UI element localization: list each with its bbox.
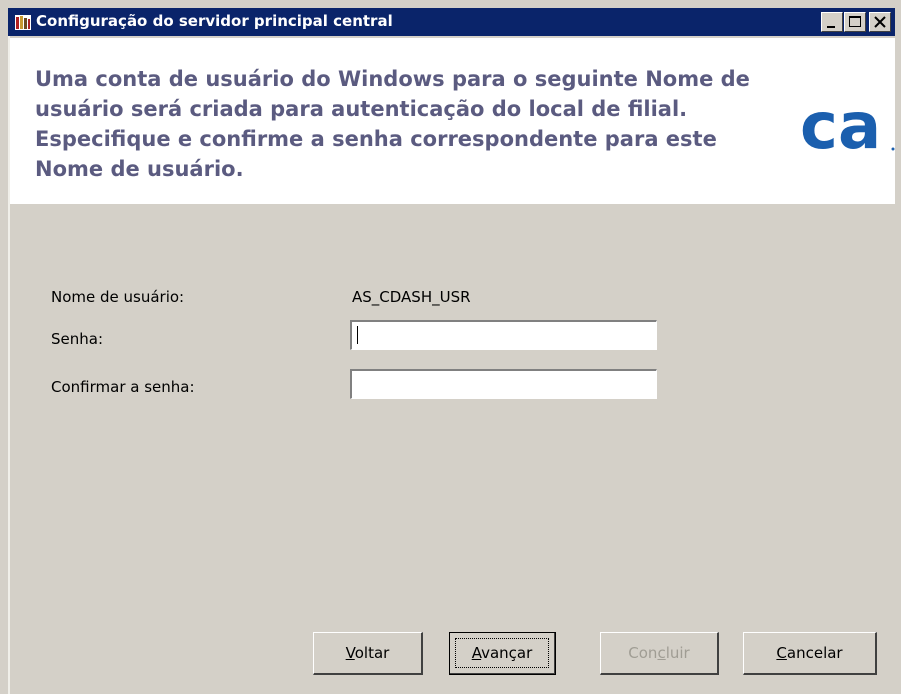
window-title: Configuração do servidor principal centr… bbox=[36, 12, 393, 30]
setup-wizard-window: Configuração do servidor principal centr… bbox=[0, 0, 901, 694]
password-label: Senha: bbox=[51, 330, 104, 348]
maximize-button[interactable] bbox=[844, 12, 866, 32]
close-icon bbox=[874, 16, 886, 28]
password-field[interactable] bbox=[350, 320, 657, 350]
cancel-button[interactable]: Cancelar bbox=[743, 632, 877, 675]
wizard-header: Uma conta de usuário do Windows para o s… bbox=[10, 38, 895, 204]
app-icon bbox=[15, 15, 31, 30]
maximize-icon bbox=[849, 16, 861, 27]
username-label: Nome de usuário: bbox=[51, 288, 185, 306]
close-button[interactable] bbox=[869, 12, 891, 32]
next-button[interactable]: Avançar bbox=[449, 632, 556, 675]
focus-rectangle bbox=[455, 638, 549, 668]
minimize-button[interactable] bbox=[821, 12, 843, 32]
confirm-password-field[interactable] bbox=[350, 369, 657, 399]
text-caret bbox=[357, 326, 358, 344]
back-button[interactable]: Voltar bbox=[313, 632, 423, 675]
ca-logo: ca bbox=[800, 96, 895, 156]
logo-text: ca bbox=[800, 96, 881, 156]
header-instructions: Uma conta de usuário do Windows para o s… bbox=[35, 67, 750, 181]
minimize-icon bbox=[827, 26, 835, 28]
username-value: AS_CDASH_USR bbox=[352, 288, 471, 306]
confirm-password-label: Confirmar a senha: bbox=[51, 378, 195, 396]
finish-button: Concluir bbox=[600, 632, 719, 675]
title-bar[interactable]: Configuração do servidor principal centr… bbox=[8, 8, 895, 36]
